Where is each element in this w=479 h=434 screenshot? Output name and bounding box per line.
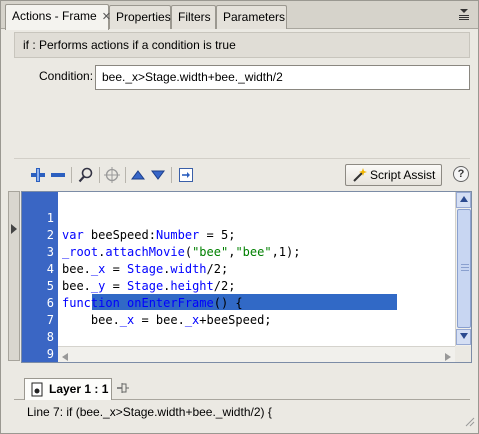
toolbar-separator [99,167,100,183]
pin-icon[interactable] [116,382,130,397]
actions-panel: Actions - Frame ✕ Properties Filters Para… [0,0,479,434]
tab-properties[interactable]: Properties [109,5,171,29]
close-icon[interactable]: ✕ [102,11,111,23]
move-down-icon[interactable] [149,166,167,184]
move-up-icon[interactable] [129,166,147,184]
action-description: if : Performs actions if a condition is … [14,32,470,58]
tab-label: Properties [116,10,171,24]
insert-target-icon[interactable] [177,166,195,184]
scroll-corner [455,346,471,362]
script-editor[interactable]: 1 var beeSpeed:Number = 5; 2 _root.attac… [21,191,472,363]
script-assist-button[interactable]: Script Assist [345,164,442,186]
code-line[interactable]: 4 bee._y = Stage.height/2; [22,244,455,293]
layer-tab-label: Layer 1 : 1 [49,382,109,396]
tab-bar: Actions - Frame ✕ Properties Filters Para… [1,1,478,30]
tab-parameters[interactable]: Parameters [216,5,287,29]
vertical-scrollbar[interactable] [455,192,471,346]
scroll-down-icon[interactable] [456,329,471,345]
horizontal-scrollbar[interactable] [58,346,455,362]
toolbar-separator [71,167,72,183]
scroll-thumb[interactable] [457,209,471,328]
tab-actions-frame[interactable]: Actions - Frame ✕ [5,4,111,30]
tab-filters[interactable]: Filters [171,5,216,29]
code-line[interactable]: 9 } [22,329,455,361]
remove-icon[interactable] [49,166,67,184]
script-tabs: Layer 1 : 1 [14,376,470,400]
code-line[interactable]: 5 function onEnterFrame() { [22,261,455,310]
code-line-selected[interactable]: 7 if (bee._x>Stage.width+bee._width/2) { [22,295,455,344]
condition-label: Condition: [39,69,94,83]
tab-label: Filters [178,10,211,24]
magic-wand-icon [351,167,367,189]
code-line[interactable]: 6 bee._x = bee._x+beeSpeed; [22,278,455,327]
scroll-up-icon[interactable] [456,192,471,208]
scroll-left-icon[interactable] [62,350,68,362]
scroll-right-icon[interactable] [445,350,451,362]
tab-label: Actions - Frame [12,9,97,23]
target-icon[interactable] [103,166,121,184]
add-icon[interactable] [29,166,47,184]
expand-arrow-icon [11,224,17,236]
find-icon[interactable] [77,166,95,184]
tab-layer-1[interactable]: Layer 1 : 1 [24,378,112,400]
collapse-handle[interactable] [8,191,20,361]
script-toolbar: Script Assist ? [25,164,473,186]
toolbar-separator [171,167,172,183]
status-line: Line 7: if (bee._x>Stage.width+bee._widt… [27,405,272,419]
help-icon[interactable]: ? [453,166,469,182]
divider [14,158,470,159]
code-line[interactable]: 2 _root.attachMovie("bee","bee",1); [22,210,455,259]
code-line[interactable]: 1 var beeSpeed:Number = 5; [22,193,455,242]
toolbar-separator [125,167,126,183]
script-assist-label: Script Assist [370,168,436,182]
frame-script-icon [31,382,43,403]
panel-menu-icon[interactable] [456,7,472,23]
condition-input[interactable]: bee._x>Stage.width+bee._width/2 [95,65,470,90]
code-line[interactable]: 3 bee._x = Stage.width/2; [22,227,455,276]
resize-grip-icon[interactable] [465,416,475,430]
code-line[interactable]: 8 bee._x = -bee._width; [22,312,455,361]
tab-label: Parameters [223,10,286,24]
